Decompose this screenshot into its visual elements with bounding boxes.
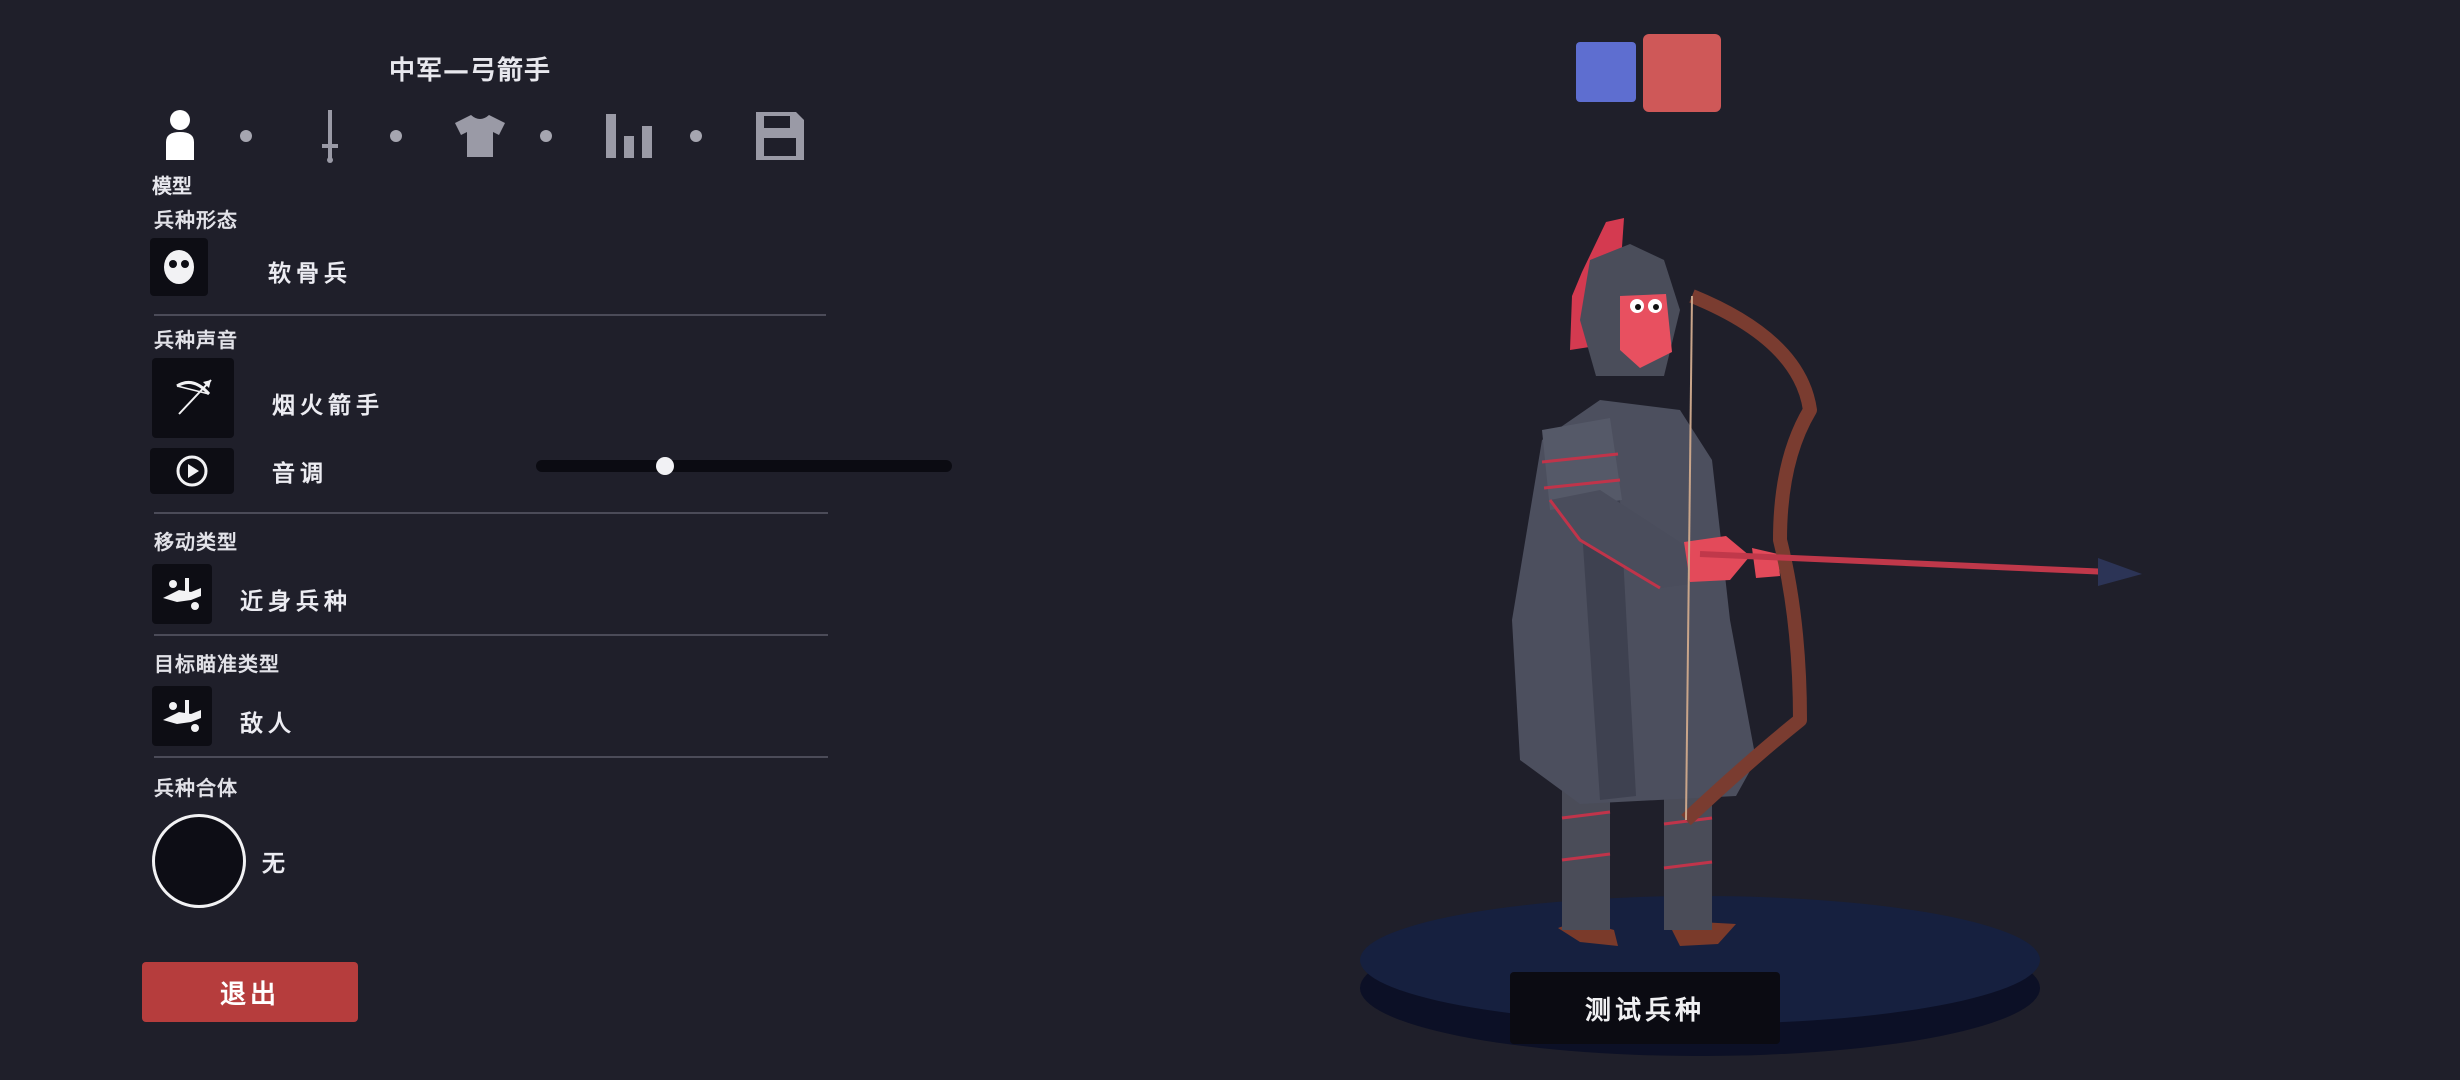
play-voice-button[interactable]	[150, 448, 234, 494]
tab-model[interactable]	[150, 106, 210, 166]
unit-voice-value[interactable]: 烟火箭手	[272, 386, 384, 420]
movement-type-button[interactable]	[152, 564, 212, 624]
play-icon	[176, 455, 208, 487]
pitch-slider-thumb[interactable]	[655, 457, 674, 475]
person-icon	[166, 110, 194, 160]
page-title: 中军—弓箭手	[388, 56, 551, 86]
unit-combo-label: 兵种合体	[154, 776, 238, 800]
save-icon	[756, 112, 804, 160]
targeting-type-label: 目标瞄准类型	[154, 652, 280, 676]
divider	[154, 634, 828, 636]
unit-editor-screen: 中军—弓箭手 模型 兵种形态 软骨兵 兵种声音 烟火箭手 音调 移动类型 近身兵…	[0, 0, 2460, 1080]
active-tab-label: 模型	[152, 174, 192, 198]
sword-icon	[322, 110, 338, 163]
movement-type-label: 移动类型	[154, 530, 238, 554]
tab-clothing[interactable]	[450, 106, 510, 166]
unit-form-button[interactable]	[150, 238, 208, 296]
tab-separator	[240, 130, 252, 142]
pitch-slider[interactable]	[536, 457, 952, 475]
unit-voice-label: 兵种声音	[154, 328, 238, 352]
bow-icon	[176, 379, 212, 415]
team-blue-swatch[interactable]	[1576, 42, 1636, 102]
divider	[154, 756, 828, 758]
tab-separator	[540, 130, 552, 142]
unit-voice-button[interactable]	[152, 358, 234, 438]
targeting-type-value[interactable]: 敌人	[240, 704, 296, 738]
divider	[154, 512, 828, 514]
mask-icon	[164, 250, 194, 284]
bar-chart-icon	[606, 114, 652, 158]
archer-unit-model	[1512, 218, 2142, 946]
tab-separator	[390, 130, 402, 142]
movement-type-value[interactable]: 近身兵种	[240, 582, 352, 616]
unit-form-label: 兵种形态	[154, 208, 238, 232]
unit-preview-scene[interactable]	[1280, 200, 2240, 1080]
exit-button[interactable]: 退出	[142, 962, 358, 1022]
unit-combo-slot[interactable]	[152, 814, 246, 908]
unit-settings-panel: 中军—弓箭手 模型 兵种形态 软骨兵 兵种声音 烟火箭手 音调 移动类型 近身兵…	[140, 0, 952, 1080]
unit-form-value[interactable]: 软骨兵	[268, 254, 352, 288]
shirt-icon	[455, 115, 505, 157]
targeting-type-button[interactable]	[152, 686, 212, 746]
tab-stats[interactable]	[600, 106, 660, 166]
tab-save[interactable]	[750, 106, 810, 166]
tab-separator	[690, 130, 702, 142]
fallen-unit-icon	[163, 700, 201, 732]
tab-weapons[interactable]	[300, 106, 360, 166]
divider	[154, 314, 826, 316]
unit-combo-value: 无	[262, 851, 290, 877]
team-red-swatch[interactable]	[1643, 34, 1721, 112]
pitch-label: 音调	[272, 461, 328, 487]
fallen-unit-icon	[163, 578, 201, 610]
test-unit-button[interactable]: 测试兵种	[1510, 972, 1780, 1044]
